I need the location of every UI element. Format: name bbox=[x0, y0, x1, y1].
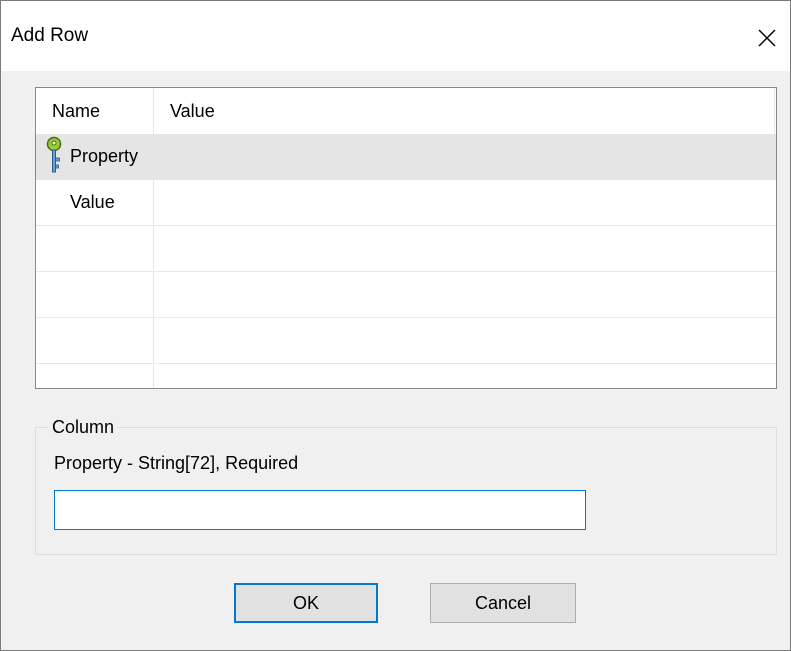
row-name-label: Value bbox=[70, 192, 115, 212]
row-name-label: Property bbox=[70, 146, 139, 166]
column-description: Property - String[72], Required bbox=[54, 453, 299, 473]
close-button[interactable] bbox=[744, 15, 790, 61]
column-header-name[interactable]: Name bbox=[36, 88, 154, 134]
grid-header: Name Value bbox=[36, 88, 776, 134]
ok-button[interactable]: OK bbox=[234, 583, 378, 623]
property-value-input[interactable] bbox=[54, 490, 586, 530]
dialog-body: Name Value Property Value Column Propert… bbox=[1, 71, 790, 650]
table-row[interactable] bbox=[36, 226, 776, 272]
header-divider bbox=[774, 88, 775, 134]
property-grid[interactable]: Name Value Property Value bbox=[35, 87, 777, 389]
row-name-cell: Value bbox=[36, 180, 154, 225]
table-row[interactable] bbox=[36, 272, 776, 318]
title-bar: Add Row bbox=[1, 1, 790, 71]
table-row[interactable] bbox=[36, 364, 776, 388]
column-group-legend: Column bbox=[48, 414, 119, 440]
row-name-cell bbox=[36, 272, 154, 317]
table-row-property[interactable]: Property bbox=[36, 134, 776, 180]
column-header-value[interactable]: Value bbox=[154, 88, 776, 134]
add-row-dialog: Add Row Name Value Property Value Column… bbox=[0, 0, 791, 651]
close-icon bbox=[758, 29, 776, 47]
table-row-value[interactable]: Value bbox=[36, 180, 776, 226]
row-name-cell: Property bbox=[36, 134, 154, 179]
row-name-cell bbox=[36, 364, 154, 388]
column-groupbox: Column Property - String[72], Required bbox=[35, 414, 777, 555]
table-row[interactable] bbox=[36, 318, 776, 364]
cancel-button[interactable]: Cancel bbox=[430, 583, 576, 623]
key-icon bbox=[46, 136, 62, 173]
row-name-cell bbox=[36, 226, 154, 271]
dialog-title: Add Row bbox=[11, 25, 89, 46]
row-name-cell bbox=[36, 318, 154, 363]
